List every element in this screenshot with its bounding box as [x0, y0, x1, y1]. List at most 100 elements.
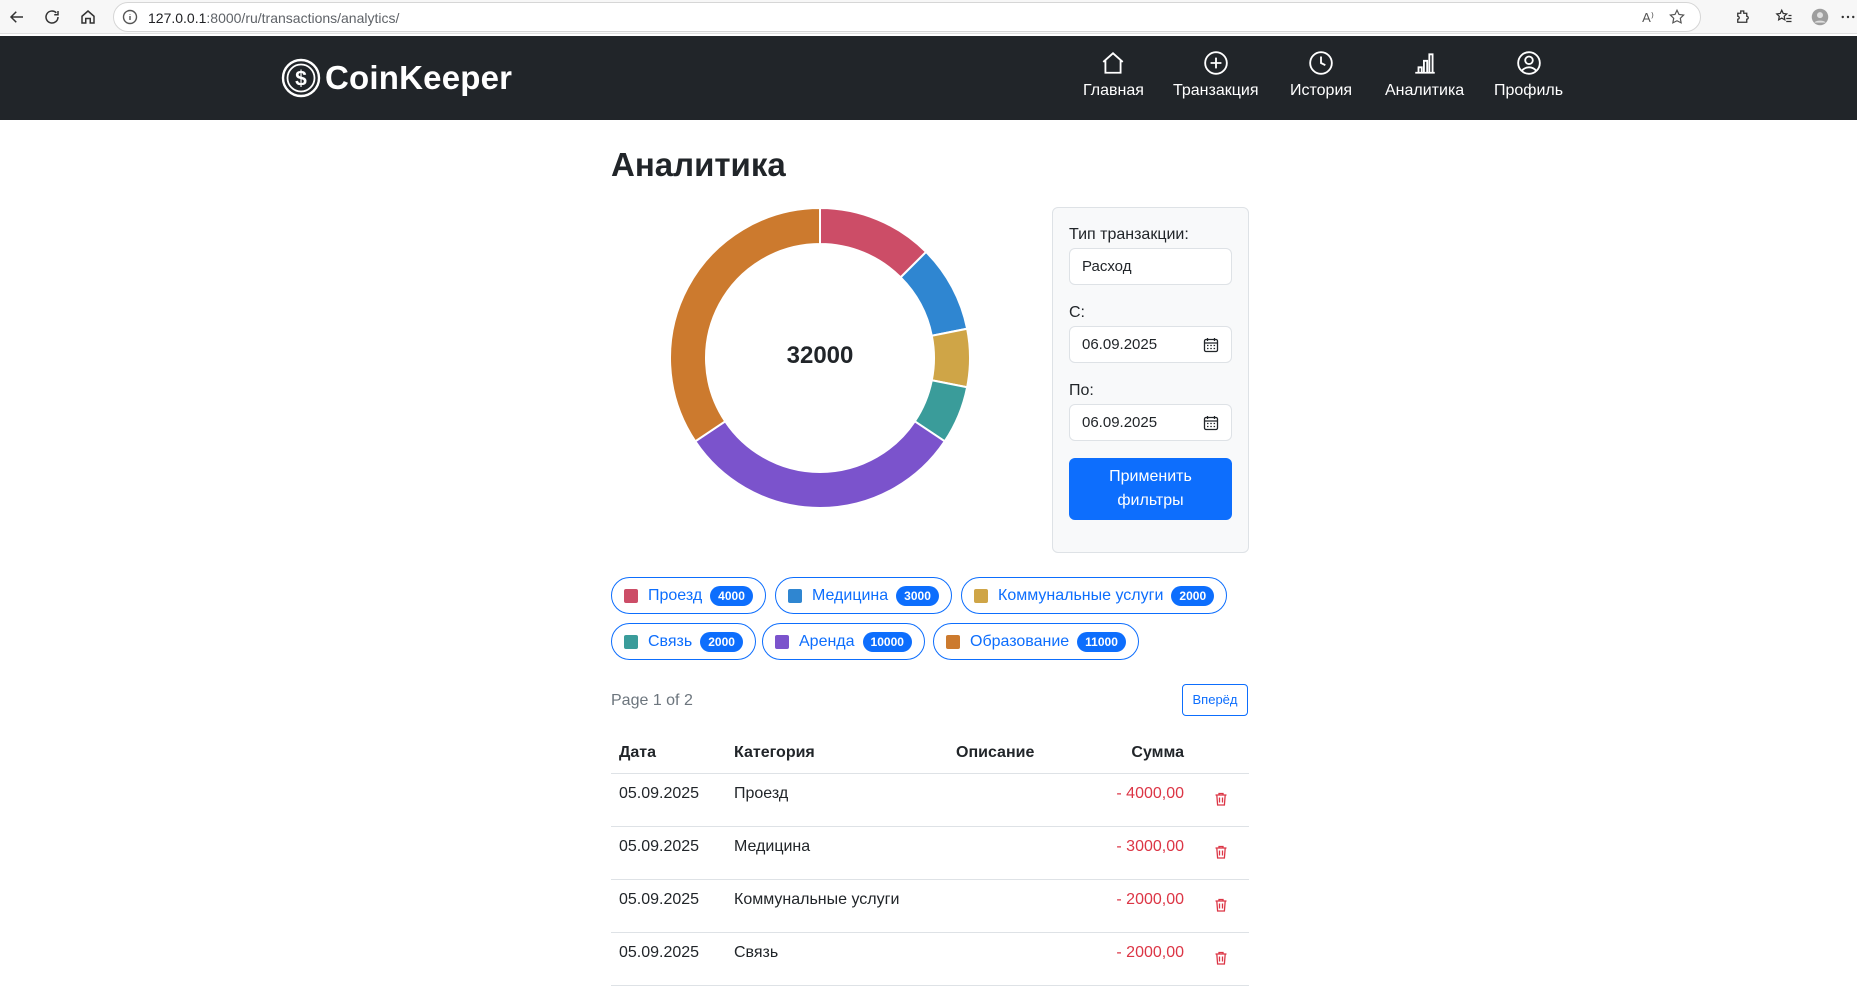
count-badge: 4000 [710, 585, 753, 606]
apply-filters-button[interactable]: Применить фильтры [1069, 458, 1232, 520]
clock-icon [1309, 51, 1333, 75]
cell-description [948, 879, 1066, 933]
table-header-row: Дата Категория Описание Сумма [611, 734, 1249, 774]
delete-cell [1192, 773, 1249, 827]
calendar-icon[interactable] [1203, 415, 1219, 431]
page-title: Аналитика [611, 146, 786, 183]
color-swatch [624, 588, 638, 603]
chip-arenda[interactable]: Аренда 10000 [762, 623, 925, 660]
cell-description [948, 826, 1066, 880]
from-label: С: [1069, 304, 1085, 321]
header-description: Описание [948, 734, 1066, 774]
to-label: По: [1069, 382, 1094, 399]
chip-medicina[interactable]: Медицина 3000 [775, 577, 952, 614]
nav-profile[interactable]: Профиль [1494, 50, 1563, 100]
cell-date: 05.09.2025 [611, 773, 726, 827]
cell-category: Связь [726, 932, 948, 986]
nav-history[interactable]: История [1290, 50, 1352, 100]
page-indicator: Page 1 of 2 [611, 692, 693, 709]
nav-analytics[interactable]: Аналитика [1385, 50, 1464, 100]
read-aloud-icon[interactable]: A⁾ [1642, 10, 1654, 26]
header-actions [1192, 734, 1249, 774]
delete-cell [1192, 879, 1249, 933]
donut-slice-6[interactable] [669, 206, 821, 443]
donut-chart: 32000 [668, 206, 972, 510]
top-navbar: $ CoinKeeper Главная Транзакция История … [0, 36, 1857, 120]
trash-icon[interactable] [1213, 844, 1229, 860]
count-badge: 2000 [700, 631, 743, 652]
cell-amount: - 2000,00 [1066, 879, 1192, 933]
cell-description [948, 773, 1066, 827]
table-row: 05.09.2025 Коммунальные услуги - 2000,00 [611, 879, 1249, 933]
transaction-type-select[interactable]: Расход [1069, 248, 1232, 285]
color-swatch [788, 588, 802, 603]
cell-category: Медицина [726, 826, 948, 880]
browser-toolbar: 127.0.0.1:8000/ru/transactions/analytics… [0, 0, 1857, 34]
url-text: 127.0.0.1:8000/ru/transactions/analytics… [148, 10, 400, 26]
date-from-input[interactable]: 06.09.2025 [1069, 326, 1232, 363]
trash-icon[interactable] [1213, 950, 1229, 966]
next-page-button[interactable]: Вперёд [1182, 684, 1248, 716]
cell-amount: - 4000,00 [1066, 773, 1192, 827]
chip-kommunalnye[interactable]: Коммунальные услуги 2000 [961, 577, 1228, 614]
count-badge: 11000 [1077, 631, 1126, 652]
chip-obrazovanie[interactable]: Образование 11000 [933, 623, 1139, 660]
header-amount: Сумма [1066, 734, 1192, 774]
home-icon [1103, 52, 1124, 74]
date-to-value: 06.09.2025 [1082, 414, 1158, 431]
donut-slice-5[interactable] [693, 419, 947, 509]
home-browser-icon[interactable] [76, 5, 100, 29]
favorite-star-icon[interactable] [1668, 8, 1686, 26]
back-icon[interactable] [5, 5, 29, 29]
brand-logo[interactable]: $ CoinKeeper [281, 58, 512, 98]
count-badge: 2000 [1171, 585, 1215, 606]
brand-name: CoinKeeper [325, 59, 513, 96]
favorites-icon[interactable] [1772, 5, 1796, 29]
color-swatch [974, 588, 988, 603]
chip-svyaz[interactable]: Связь 2000 [611, 623, 756, 660]
cell-category: Коммунальные услуги [726, 879, 948, 933]
cell-amount: - 3000,00 [1066, 826, 1192, 880]
user-circle-icon [1516, 51, 1541, 75]
donut-total: 32000 [786, 342, 854, 369]
coin-dollar-icon: $ [281, 58, 321, 98]
extensions-icon[interactable] [1731, 5, 1755, 29]
table-row: 05.09.2025 Проезд - 4000,00 [611, 773, 1249, 827]
header-date: Дата [611, 734, 726, 774]
color-swatch [775, 634, 789, 649]
cell-category: Проезд [726, 773, 948, 827]
bar-chart-icon [1414, 53, 1435, 74]
site-info-icon[interactable] [122, 9, 138, 25]
transactions-table: Дата Категория Описание Сумма 05.09.2025… [611, 734, 1249, 986]
reload-icon[interactable] [40, 5, 64, 29]
trash-icon[interactable] [1213, 791, 1229, 807]
count-badge: 3000 [896, 585, 939, 606]
delete-cell [1192, 826, 1249, 880]
cell-date: 05.09.2025 [611, 932, 726, 986]
trash-icon[interactable] [1213, 897, 1229, 913]
cell-amount: - 2000,00 [1066, 932, 1192, 986]
cell-date: 05.09.2025 [611, 826, 726, 880]
color-swatch [624, 634, 638, 649]
more-menu-icon[interactable] [1836, 5, 1857, 29]
nav-home[interactable]: Главная [1083, 50, 1144, 100]
chip-proezd[interactable]: Проезд 4000 [611, 577, 766, 614]
count-badge: 10000 [862, 631, 912, 652]
color-swatch [946, 634, 960, 649]
date-to-input[interactable]: 06.09.2025 [1069, 404, 1232, 441]
type-label: Тип транзакции: [1069, 226, 1189, 243]
table-row: 05.09.2025 Медицина - 3000,00 [611, 826, 1249, 880]
svg-text:$: $ [295, 68, 307, 91]
cell-description [948, 932, 1066, 986]
date-from-value: 06.09.2025 [1082, 336, 1158, 353]
header-category: Категория [726, 734, 948, 774]
plus-circle-icon [1203, 51, 1228, 75]
profile-avatar-icon[interactable] [1808, 5, 1832, 29]
address-bar[interactable]: 127.0.0.1:8000/ru/transactions/analytics… [113, 2, 1701, 32]
cell-date: 05.09.2025 [611, 879, 726, 933]
table-row: 05.09.2025 Связь - 2000,00 [611, 932, 1249, 986]
nav-transaction[interactable]: Транзакция [1173, 50, 1259, 100]
calendar-icon[interactable] [1203, 337, 1219, 353]
filter-panel: Тип транзакции: Расход С: 06.09.2025 По:… [1052, 207, 1249, 553]
delete-cell [1192, 932, 1249, 986]
